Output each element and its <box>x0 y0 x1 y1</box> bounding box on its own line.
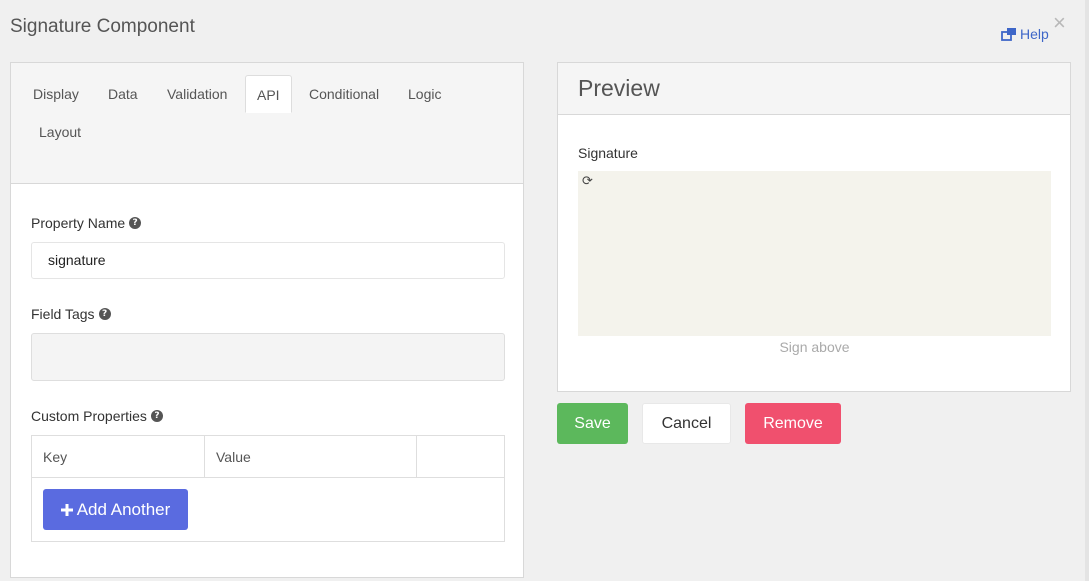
external-link-icon <box>1001 28 1016 41</box>
cancel-button[interactable]: Cancel <box>642 403 731 444</box>
refresh-icon[interactable]: ⟳ <box>582 175 593 188</box>
tab-display[interactable]: Display <box>22 75 90 113</box>
sign-above-caption: Sign above <box>779 339 850 355</box>
save-button[interactable]: Save <box>557 403 628 444</box>
plus-icon <box>60 503 73 516</box>
settings-panel: Display Data Validation API Conditional … <box>10 62 524 578</box>
property-name-label: Property Name ? <box>31 215 142 231</box>
column-header-actions <box>417 436 504 477</box>
question-circle-icon[interactable]: ? <box>150 410 163 422</box>
help-label: Help <box>1020 26 1049 42</box>
column-header-key: Key <box>32 436 205 477</box>
property-name-input[interactable]: signature <box>31 242 505 279</box>
modal-title: Signature Component <box>10 16 195 37</box>
table-header-row: Key Value <box>32 436 504 478</box>
remove-button[interactable]: Remove <box>745 403 841 444</box>
add-another-button[interactable]: Add Another <box>43 489 188 530</box>
tab-bar: Display Data Validation API Conditional … <box>11 63 523 184</box>
preview-heading: Preview <box>558 63 1070 115</box>
signature-label: Signature <box>578 145 638 161</box>
custom-properties-label: Custom Properties ? <box>31 408 163 424</box>
tab-validation[interactable]: Validation <box>156 75 238 113</box>
tab-layout[interactable]: Layout <box>28 113 92 151</box>
signature-pad[interactable]: ⟳ <box>578 171 1051 336</box>
custom-properties-table: Key Value Add Another <box>31 435 505 542</box>
help-link[interactable]: Help <box>1001 26 1049 42</box>
column-header-value: Value <box>205 436 417 477</box>
tab-conditional[interactable]: Conditional <box>298 75 390 113</box>
question-circle-icon[interactable]: ? <box>129 217 142 229</box>
preview-panel: Preview Signature ⟳ Sign above <box>557 62 1071 392</box>
tab-logic[interactable]: Logic <box>397 75 452 113</box>
close-icon[interactable]: × <box>1053 12 1066 34</box>
field-tags-input[interactable] <box>31 333 505 381</box>
question-circle-icon[interactable]: ? <box>98 308 111 320</box>
scrollbar[interactable] <box>1085 0 1089 581</box>
tab-data[interactable]: Data <box>97 75 149 113</box>
field-tags-label: Field Tags ? <box>31 306 111 322</box>
tab-api[interactable]: API <box>245 75 292 113</box>
